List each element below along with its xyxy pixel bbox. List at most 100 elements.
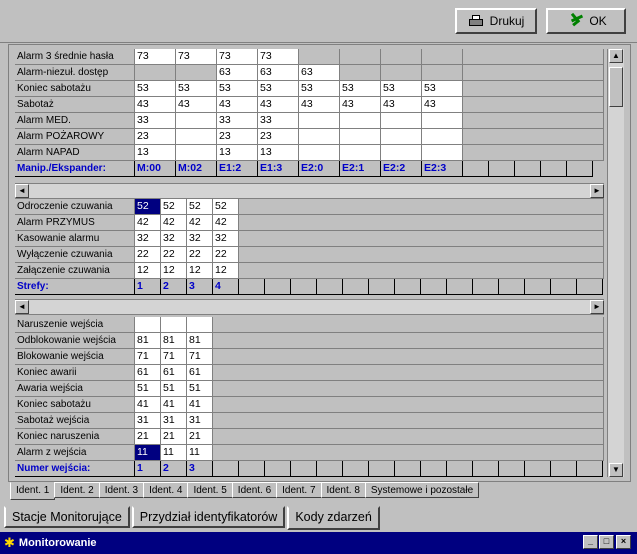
minimize-icon[interactable]: _ — [583, 535, 598, 549]
table-cell[interactable]: 52 — [161, 199, 187, 215]
grid2-horizontal-scrollbar[interactable]: ◄ ► — [15, 299, 604, 315]
table-cell[interactable] — [340, 49, 381, 65]
table-cell[interactable]: 53 — [299, 81, 340, 97]
ok-button[interactable]: OK — [546, 8, 626, 34]
table-cell[interactable]: 52 — [187, 199, 213, 215]
table-cell[interactable]: 12 — [187, 263, 213, 279]
table-cell[interactable] — [381, 113, 422, 129]
column-header[interactable]: E2:0 — [299, 161, 340, 177]
table-cell[interactable]: 33 — [258, 113, 299, 129]
table-cell[interactable] — [422, 129, 463, 145]
table-cell[interactable]: 73 — [217, 49, 258, 65]
table-cell[interactable]: 22 — [213, 247, 239, 263]
column-header[interactable]: E1:3 — [258, 161, 299, 177]
main-tab[interactable]: Przydział identyfikatorów — [131, 506, 286, 528]
table-cell[interactable] — [299, 49, 340, 65]
table-cell[interactable]: 43 — [258, 97, 299, 113]
column-header[interactable]: 3 — [187, 461, 213, 477]
table-cell[interactable]: 33 — [135, 113, 176, 129]
table-cell[interactable]: 53 — [135, 81, 176, 97]
table-cell[interactable]: 53 — [258, 81, 299, 97]
table-cell[interactable]: 12 — [161, 263, 187, 279]
table-cell[interactable] — [381, 145, 422, 161]
ident-tab[interactable]: Ident. 6 — [231, 482, 278, 498]
table-cell[interactable]: 41 — [161, 397, 187, 413]
main-tab[interactable]: Stacje Monitorujące — [4, 506, 130, 528]
column-header[interactable]: M:02 — [176, 161, 217, 177]
table-cell[interactable]: 41 — [135, 397, 161, 413]
table-cell[interactable] — [340, 113, 381, 129]
table-cell[interactable] — [422, 145, 463, 161]
scroll-right-icon[interactable]: ► — [590, 300, 604, 314]
column-header[interactable]: E2:3 — [422, 161, 463, 177]
table-cell[interactable]: 81 — [135, 333, 161, 349]
table-cell[interactable]: 71 — [187, 349, 213, 365]
table-cell[interactable]: 43 — [135, 97, 176, 113]
scroll-down-icon[interactable]: ▼ — [609, 463, 623, 477]
table-cell[interactable]: 51 — [135, 381, 161, 397]
table-cell[interactable] — [299, 129, 340, 145]
table-cell[interactable]: 21 — [187, 429, 213, 445]
table-cell[interactable]: 53 — [340, 81, 381, 97]
table-cell[interactable] — [176, 65, 217, 81]
table-cell[interactable]: 73 — [176, 49, 217, 65]
table-cell[interactable]: 43 — [217, 97, 258, 113]
column-header[interactable]: 4 — [213, 279, 239, 295]
column-header[interactable]: 1 — [135, 461, 161, 477]
table-cell[interactable] — [135, 65, 176, 81]
scroll-left-icon[interactable]: ◄ — [15, 184, 29, 198]
close-icon[interactable]: × — [616, 535, 631, 549]
table-cell[interactable]: 63 — [217, 65, 258, 81]
table-cell[interactable]: 81 — [161, 333, 187, 349]
table-cell[interactable]: 13 — [217, 145, 258, 161]
table-cell[interactable]: 32 — [187, 231, 213, 247]
table-cell[interactable]: 32 — [135, 231, 161, 247]
column-header[interactable]: E2:2 — [381, 161, 422, 177]
table-cell[interactable]: 31 — [187, 413, 213, 429]
table-cell[interactable] — [161, 317, 187, 333]
table-cell[interactable]: 42 — [187, 215, 213, 231]
table-cell[interactable]: 51 — [161, 381, 187, 397]
table-cell[interactable]: 42 — [213, 215, 239, 231]
ident-tab[interactable]: Ident. 4 — [143, 482, 189, 498]
table-cell[interactable]: 22 — [135, 247, 161, 263]
ident-tab[interactable]: Systemowe i pozostałe — [364, 482, 480, 498]
vertical-scrollbar[interactable]: ▲ ▼ — [607, 49, 624, 477]
table-cell[interactable] — [340, 145, 381, 161]
table-cell[interactable] — [176, 113, 217, 129]
table-cell[interactable]: 21 — [161, 429, 187, 445]
table-cell[interactable]: 73 — [135, 49, 176, 65]
table-cell[interactable]: 21 — [135, 429, 161, 445]
table-cell[interactable] — [381, 49, 422, 65]
table-cell[interactable]: 23 — [258, 129, 299, 145]
maximize-icon[interactable]: □ — [599, 535, 614, 549]
table-cell[interactable]: 71 — [161, 349, 187, 365]
table-cell[interactable]: 13 — [135, 145, 176, 161]
table-cell[interactable] — [381, 129, 422, 145]
table-cell[interactable] — [187, 317, 213, 333]
table-cell[interactable]: 11 — [187, 445, 213, 461]
table-cell[interactable]: 52 — [213, 199, 239, 215]
table-cell[interactable]: 42 — [161, 215, 187, 231]
table-cell[interactable]: 12 — [213, 263, 239, 279]
table-cell[interactable]: 43 — [422, 97, 463, 113]
main-tab[interactable]: Kody zdarzeń — [287, 506, 380, 530]
table-cell[interactable]: 11 — [161, 445, 187, 461]
table-cell[interactable] — [176, 145, 217, 161]
table-cell[interactable]: 53 — [381, 81, 422, 97]
column-header[interactable]: 1 — [135, 279, 161, 295]
table-cell[interactable]: 22 — [161, 247, 187, 263]
table-cell[interactable]: 61 — [161, 365, 187, 381]
table-cell[interactable]: 51 — [187, 381, 213, 397]
column-header[interactable]: 3 — [187, 279, 213, 295]
scroll-thumb[interactable] — [609, 67, 623, 107]
table-cell[interactable]: 43 — [176, 97, 217, 113]
table-cell[interactable]: 53 — [422, 81, 463, 97]
table-cell[interactable] — [340, 129, 381, 145]
table-cell[interactable] — [340, 65, 381, 81]
table-cell[interactable]: 32 — [161, 231, 187, 247]
table-cell[interactable]: 53 — [217, 81, 258, 97]
table-cell[interactable]: 53 — [176, 81, 217, 97]
ident-tab[interactable]: Ident. 2 — [54, 482, 100, 498]
table-cell[interactable]: 12 — [135, 263, 161, 279]
